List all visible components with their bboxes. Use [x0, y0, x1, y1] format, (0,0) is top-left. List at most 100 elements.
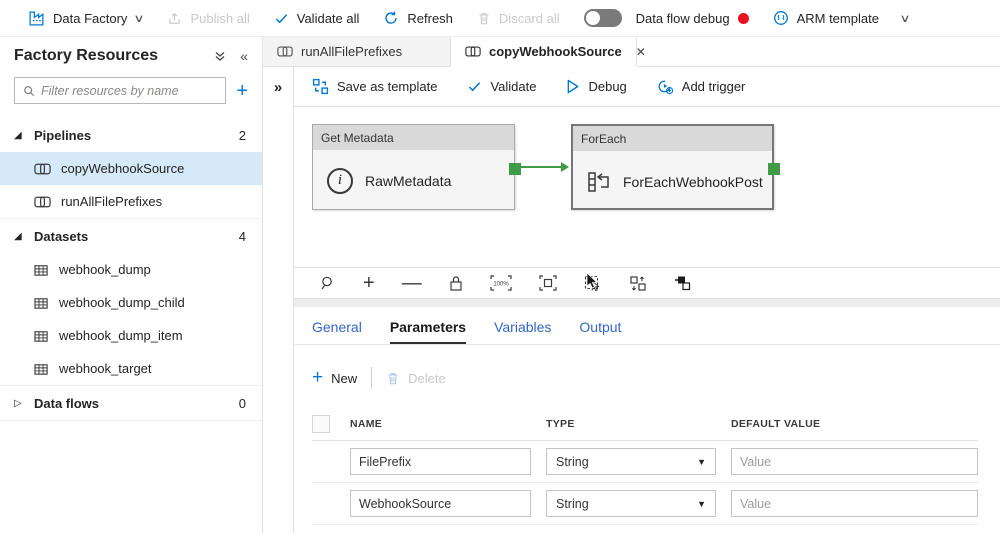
add-trigger-button[interactable]: Add trigger — [657, 78, 745, 95]
new-parameter-button[interactable]: + New — [312, 367, 357, 389]
select-all-checkbox[interactable] — [312, 414, 330, 433]
datasets-count: 4 — [238, 228, 246, 244]
parameter-type-select[interactable]: String ▼ — [546, 490, 716, 517]
tab-runallfileprefixes[interactable]: runAllFilePrefixes — [263, 37, 451, 66]
parameter-name-input[interactable] — [350, 490, 531, 517]
add-resource-button[interactable]: + — [236, 81, 248, 101]
resource-filter — [14, 77, 227, 104]
resource-tree: ◢ Pipelines 2 copyWebhookSource runAllFi… — [0, 118, 262, 421]
table-header-row: NAME TYPE DEFAULT VALUE — [312, 407, 978, 441]
expanded-triangle-icon: ◢ — [14, 230, 22, 242]
dataset-table-icon — [34, 296, 49, 310]
expand-activities-icon[interactable]: » — [274, 79, 282, 96]
sidebar-item-runallfileprefixes[interactable]: runAllFilePrefixes — [0, 185, 262, 218]
resource-filter-input[interactable] — [41, 83, 218, 98]
tab-general[interactable]: General — [312, 319, 362, 344]
data-flow-debug-label: Data flow debug — [635, 10, 730, 26]
output-port[interactable] — [509, 163, 521, 175]
zoom-out-icon[interactable]: — — [402, 272, 422, 295]
tab-parameters[interactable]: Parameters — [389, 319, 467, 344]
sidebar-title: Factory Resources — [14, 47, 159, 64]
publish-all-button[interactable]: Publish all — [167, 11, 250, 26]
save-as-template-button[interactable]: Save as template — [312, 78, 437, 95]
sidebar-item-webhook-dump-child[interactable]: webhook_dump_child — [0, 286, 262, 319]
activity-node-foreach[interactable]: ForEach ForEachWebhookPost — [571, 124, 780, 210]
parameter-default-value-input[interactable] — [731, 448, 978, 475]
data-flow-debug-control: Data flow debug — [583, 9, 749, 27]
data-factory-label: Data Factory — [53, 10, 128, 26]
search-icon — [23, 85, 35, 97]
zoom-100-icon[interactable]: 100% — [490, 275, 512, 291]
lock-canvas-icon[interactable] — [449, 275, 463, 291]
sidebar-item-copywebhooksource[interactable]: copyWebhookSource — [0, 152, 262, 185]
pipeline-canvas[interactable]: Get Metadata i RawMetadata ForEach ForEa… — [294, 107, 1000, 267]
tabs-divider — [294, 344, 1000, 345]
dataset-table-icon — [34, 362, 49, 376]
close-tab-icon[interactable]: ✕ — [636, 45, 646, 59]
canvas-horizontal-scrollbar[interactable] — [294, 299, 1000, 307]
trash-icon — [386, 371, 400, 386]
checkmark-icon — [274, 11, 289, 26]
show-flowchart-icon[interactable] — [674, 275, 691, 291]
collapse-sidebar-icon[interactable]: « — [240, 48, 248, 64]
factory-resources-sidebar: Factory Resources « + ◢ Pipelines 2 — [0, 37, 263, 533]
section-data-flows[interactable]: ▷ Data flows 0 — [0, 386, 262, 420]
tab-copywebhooksource[interactable]: copyWebhookSource ✕ — [451, 37, 646, 67]
save-as-template-icon — [312, 78, 329, 95]
expanded-triangle-icon: ◢ — [14, 129, 22, 141]
activity-type-label: Get Metadata — [313, 125, 514, 150]
search-zoom-icon[interactable] — [320, 275, 336, 291]
parameters-table: NAME TYPE DEFAULT VALUE String ▼ — [312, 407, 1000, 525]
data-flow-debug-toggle[interactable] — [583, 9, 622, 27]
pipeline-config-panel: General Parameters Variables Output + Ne… — [294, 307, 1000, 533]
canvas-zoom-toolbar: + — 100% — [294, 267, 1000, 299]
data-flows-count: 0 — [238, 395, 246, 411]
parameter-type-select[interactable]: String ▼ — [546, 448, 716, 475]
activity-type-label: ForEach — [573, 126, 772, 151]
section-datasets[interactable]: ◢ Datasets 4 — [0, 219, 262, 253]
delete-parameter-button[interactable]: Delete — [386, 371, 446, 386]
chevron-down-icon: ▼ — [697, 498, 706, 509]
data-factory-icon — [28, 10, 45, 27]
pipeline-icon — [465, 45, 481, 58]
collapse-all-icon[interactable] — [214, 50, 226, 62]
tab-output[interactable]: Output — [579, 319, 621, 344]
arm-template-icon — [773, 10, 789, 26]
zoom-to-fit-icon[interactable] — [539, 275, 557, 291]
discard-all-button[interactable]: Discard all — [477, 11, 560, 26]
sidebar-item-webhook-dump[interactable]: webhook_dump — [0, 253, 262, 286]
auto-align-icon[interactable] — [629, 275, 647, 292]
dataset-table-icon — [34, 263, 49, 277]
activity-name: ForEachWebhookPost — [623, 173, 763, 190]
activities-panel-collapsed: » — [263, 67, 294, 533]
connector-line — [520, 166, 563, 168]
validate-all-button[interactable]: Validate all — [274, 11, 359, 26]
tab-variables[interactable]: Variables — [494, 319, 551, 344]
debug-button[interactable]: Debug — [566, 79, 627, 94]
section-pipelines[interactable]: ◢ Pipelines 2 — [0, 118, 262, 152]
zoom-in-icon[interactable]: + — [363, 272, 375, 295]
config-tabs: General Parameters Variables Output — [312, 319, 1000, 344]
refresh-button[interactable]: Refresh — [383, 10, 453, 26]
sidebar-item-webhook-dump-item[interactable]: webhook_dump_item — [0, 319, 262, 352]
column-header-default-value: DEFAULT VALUE — [731, 417, 821, 430]
publish-icon — [167, 11, 182, 26]
parameter-name-input[interactable] — [350, 448, 531, 475]
data-factory-menu[interactable]: Data Factory ∨ — [28, 10, 145, 27]
output-port[interactable] — [768, 163, 780, 175]
pipeline-icon — [34, 162, 51, 176]
chevron-down-icon: ▼ — [697, 456, 706, 467]
sidebar-item-webhook-target[interactable]: webhook_target — [0, 352, 262, 385]
pipeline-icon — [277, 45, 293, 58]
column-header-type: TYPE — [546, 417, 575, 430]
arm-template-menu[interactable]: ARM template ∨ — [773, 10, 911, 26]
plus-icon: + — [312, 367, 324, 388]
get-metadata-icon: i — [327, 167, 353, 194]
activity-node-get-metadata[interactable]: Get Metadata i RawMetadata — [312, 124, 521, 210]
validate-button[interactable]: Validate — [467, 79, 536, 94]
trash-icon — [477, 11, 491, 26]
parameter-default-value-input[interactable] — [731, 490, 978, 517]
connector-arrowhead — [561, 162, 569, 172]
toggle-knob — [585, 11, 600, 25]
multi-select-icon[interactable] — [584, 275, 602, 291]
